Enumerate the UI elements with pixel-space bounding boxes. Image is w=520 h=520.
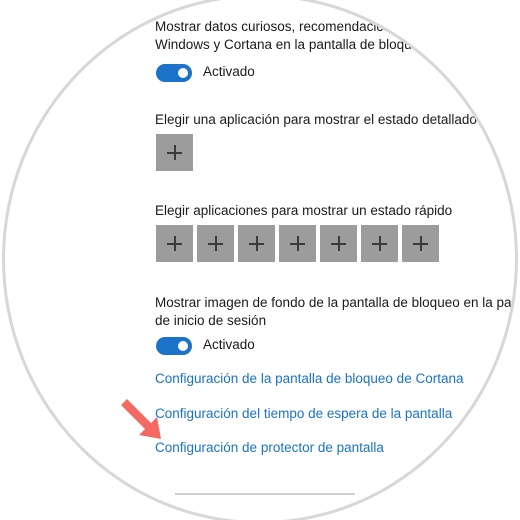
quick-status-add-button-6[interactable] [361,225,398,262]
quick-status-add-button-5[interactable] [320,225,357,262]
quick-status-label: Elegir aplicaciones para mostrar un esta… [155,203,453,218]
quick-status-add-button-1[interactable] [156,225,193,262]
quick-status-add-button-4[interactable] [279,225,316,262]
background-label-line2: de inicio de sesión [155,313,267,328]
screen-timeout-settings-link[interactable]: Configuración del tiempo de espera de la… [155,405,452,423]
screen-saver-settings-link[interactable]: Configuración de protector de pantalla [155,439,384,457]
quick-status-add-button-7[interactable] [402,225,439,262]
background-label-line1: Mostrar imagen de fondo de la pantalla d… [155,295,518,310]
fun-facts-label-line1: Mostrar datos curiosos, recomendaciones [155,19,406,34]
fun-facts-toggle[interactable] [156,64,192,82]
quick-status-add-button-3[interactable] [238,225,275,262]
fun-facts-label-line2: Windows y Cortana en la pantalla de bloq… [155,37,427,52]
arrow-icon [121,399,161,439]
fun-facts-toggle-label: Activado [203,64,255,79]
toggle-knob [178,68,188,78]
detailed-status-add-button[interactable] [156,134,193,171]
detailed-status-label: Elegir una aplicación para mostrar el es… [155,112,477,127]
background-toggle-label: Activado [203,337,255,352]
lock-screen-settings: Mostrar datos curiosos, recomendaciones … [5,0,518,517]
magnified-view: Mostrar datos curiosos, recomendaciones … [0,0,520,520]
toggle-knob [178,341,188,351]
background-toggle[interactable] [156,337,192,355]
magnifier-circle: Mostrar datos curiosos, recomendaciones … [2,0,518,520]
quick-status-add-button-2[interactable] [197,225,234,262]
cortana-lock-screen-settings-link[interactable]: Configuración de la pantalla de bloqueo … [155,370,463,388]
bottom-divider [175,493,355,495]
